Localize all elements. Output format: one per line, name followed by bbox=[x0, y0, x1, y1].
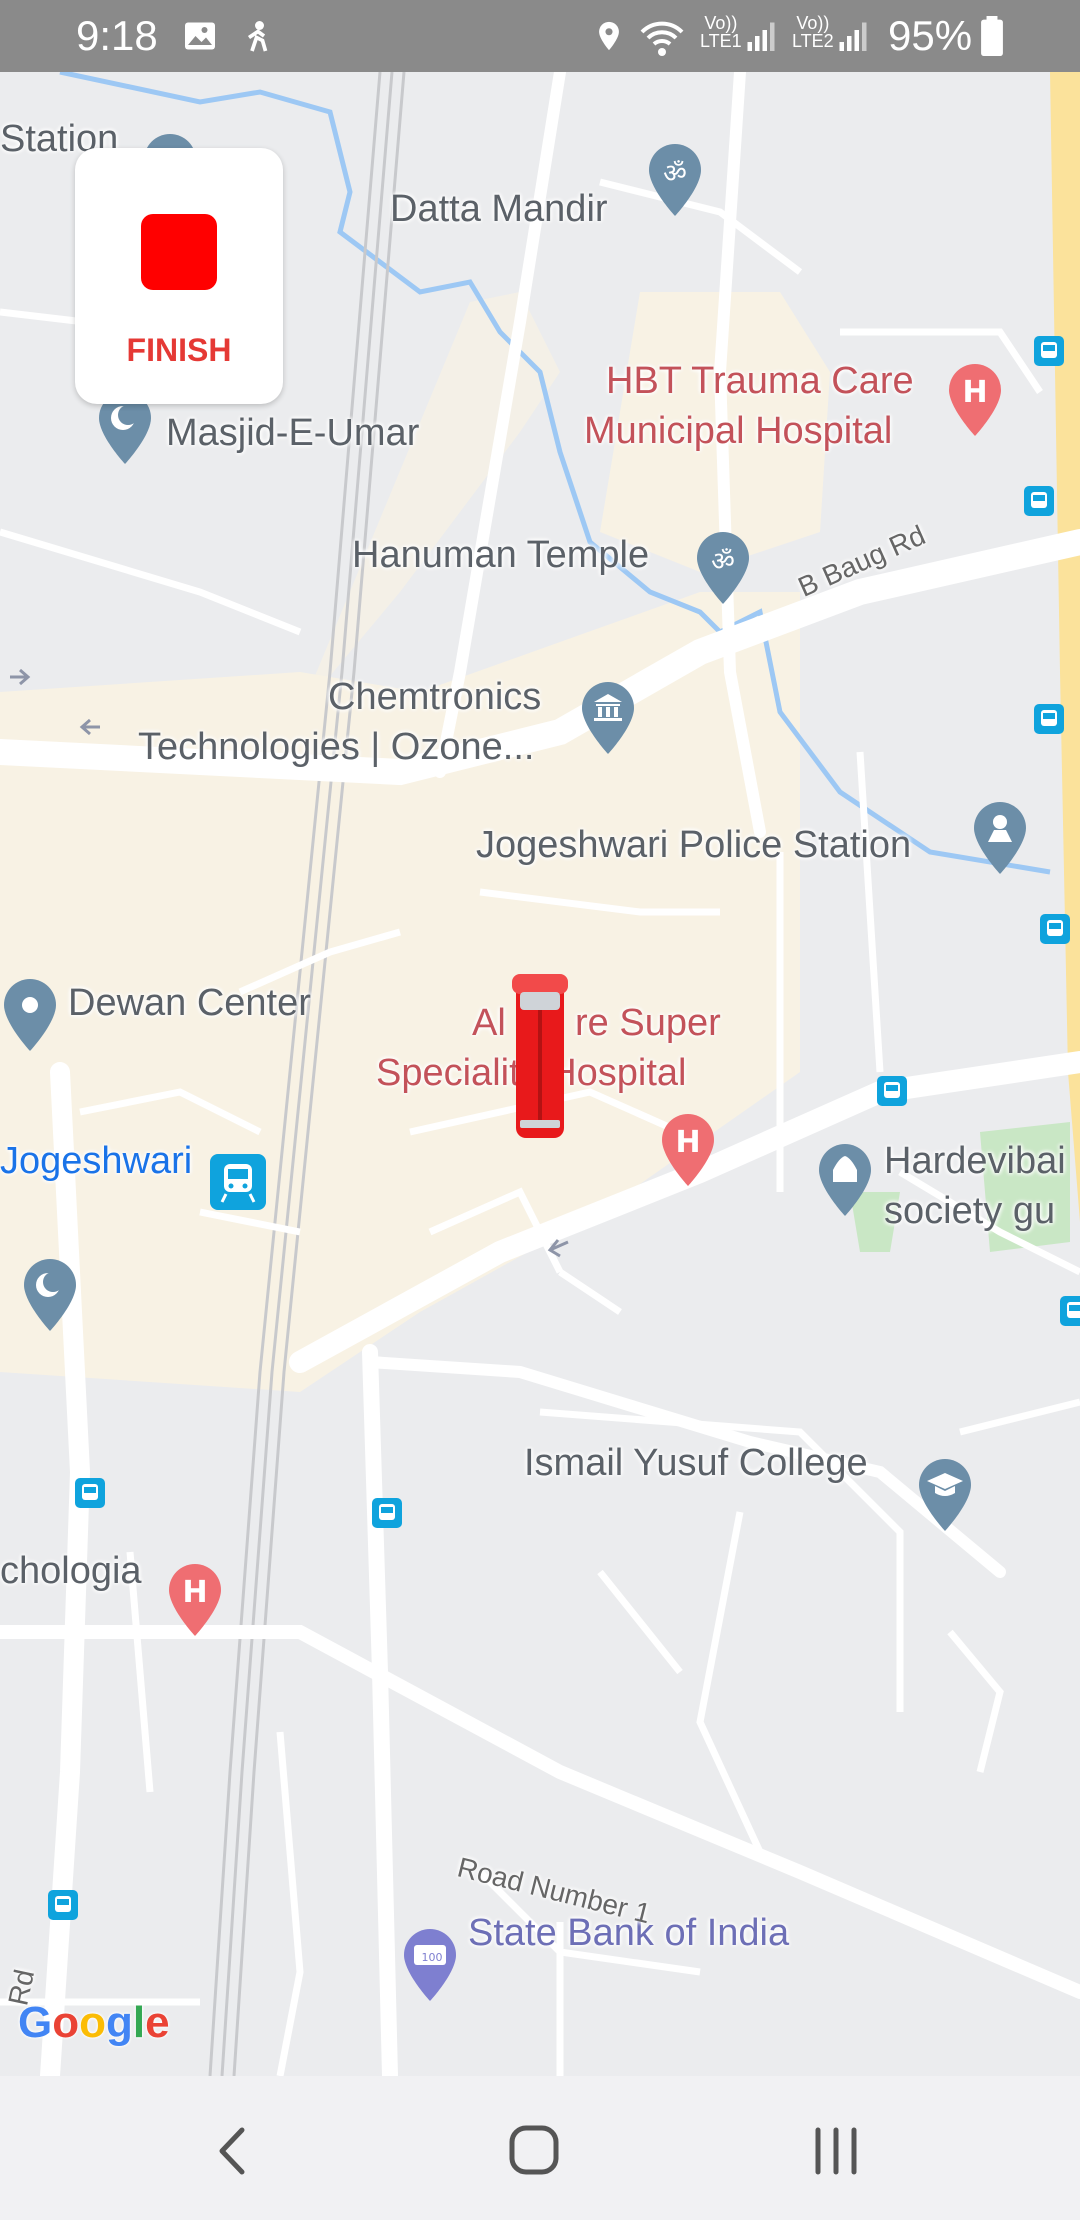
status-bar: 9:18 Vo)) LTE1 Vo)) LTE2 95% bbox=[0, 0, 1080, 72]
place-label-chemtronics-line1[interactable]: Chemtronics bbox=[328, 672, 541, 722]
bus-stop-icon[interactable] bbox=[1060, 1296, 1080, 1326]
religious-pin-icon[interactable] bbox=[815, 1142, 875, 1220]
place-label-hbt-hospital-line1[interactable]: HBT Trauma Care bbox=[606, 356, 914, 406]
police-pin-icon[interactable] bbox=[970, 800, 1030, 878]
finish-label: FINISH bbox=[126, 332, 232, 368]
finish-button[interactable]: FINISH bbox=[75, 148, 283, 404]
place-label-hospital-line1a[interactable]: Al bbox=[472, 998, 506, 1048]
bus-stop-icon[interactable] bbox=[1034, 336, 1064, 366]
svg-text:H: H bbox=[675, 1125, 700, 1160]
place-label-police-station[interactable]: Jogeshwari Police Station bbox=[476, 820, 911, 870]
home-icon[interactable] bbox=[494, 2116, 574, 2186]
mosque-pin-icon[interactable] bbox=[20, 1257, 80, 1335]
bus-stop-icon[interactable] bbox=[372, 1498, 402, 1528]
place-label-chologia[interactable]: chologia bbox=[0, 1546, 142, 1596]
place-label-hardevibai-line2[interactable]: society gu bbox=[884, 1186, 1055, 1236]
google-logo: Google bbox=[18, 1998, 170, 2047]
signal-icon bbox=[747, 22, 775, 51]
bus-stop-icon[interactable] bbox=[75, 1478, 105, 1508]
bus-stop-icon[interactable] bbox=[1040, 914, 1070, 944]
stop-icon bbox=[141, 214, 217, 290]
bus-stop-icon[interactable] bbox=[1034, 704, 1064, 734]
place-label-chemtronics-line2[interactable]: Technologies | Ozone... bbox=[138, 722, 534, 772]
lte1-text: LTE1 bbox=[700, 31, 742, 51]
battery-percent: 95% bbox=[888, 12, 973, 59]
location-icon bbox=[599, 21, 619, 51]
bus-stop-icon[interactable] bbox=[48, 1890, 78, 1920]
battery-icon bbox=[981, 16, 1003, 56]
place-label-masjid-e-umar[interactable]: Masjid-E-Umar bbox=[166, 408, 419, 458]
gallery-icon bbox=[185, 22, 215, 50]
place-label-hbt-hospital-line2[interactable]: Municipal Hospital bbox=[584, 406, 892, 456]
svg-text:ॐ: ॐ bbox=[663, 159, 687, 189]
recents-icon[interactable] bbox=[796, 2116, 876, 2186]
train-station-icon[interactable] bbox=[210, 1154, 266, 1210]
back-icon[interactable] bbox=[194, 2116, 274, 2186]
place-label-hospital-line1b[interactable]: re Super bbox=[575, 998, 721, 1048]
status-time: 9:18 bbox=[76, 12, 158, 59]
place-pin-icon[interactable] bbox=[0, 977, 60, 1055]
place-label-ismail-yusuf-college[interactable]: Ismail Yusuf College bbox=[524, 1438, 868, 1488]
college-pin-icon[interactable] bbox=[915, 1457, 975, 1535]
place-label-hardevibai-line1[interactable]: Hardevibai bbox=[884, 1136, 1066, 1186]
lte2-label: Vo)) LTE2 bbox=[792, 13, 834, 51]
svg-text:100: 100 bbox=[422, 1951, 443, 1964]
bus-stop-icon[interactable] bbox=[1024, 486, 1054, 516]
svg-text:ॐ: ॐ bbox=[711, 547, 735, 577]
ambulance-vehicle-icon bbox=[512, 974, 568, 1138]
svg-text:H: H bbox=[962, 375, 987, 410]
place-label-hanuman-temple[interactable]: Hanuman Temple bbox=[352, 530, 649, 580]
navigation-bar bbox=[0, 2076, 1080, 2220]
hospital-pin-icon[interactable]: H bbox=[945, 362, 1005, 440]
place-label-datta-mandir[interactable]: Datta Mandir bbox=[390, 184, 608, 234]
institution-pin-icon[interactable] bbox=[578, 680, 638, 758]
figure-icon bbox=[247, 21, 268, 52]
svg-text:H: H bbox=[182, 1575, 207, 1610]
signal-icon bbox=[839, 22, 867, 51]
temple-pin-icon[interactable]: ॐ bbox=[693, 530, 753, 608]
place-label-dewan-center[interactable]: Dewan Center bbox=[68, 978, 311, 1028]
bank-pin-icon[interactable]: 100 bbox=[400, 1927, 460, 2005]
lte1-label: Vo)) LTE1 bbox=[700, 13, 742, 51]
bus-stop-icon[interactable] bbox=[877, 1076, 907, 1106]
hospital-pin-icon[interactable]: H bbox=[165, 1562, 225, 1640]
temple-pin-icon[interactable]: ॐ bbox=[645, 142, 705, 220]
hospital-pin-icon[interactable]: H bbox=[658, 1112, 718, 1190]
lte2-text: LTE2 bbox=[792, 31, 834, 51]
wifi-icon bbox=[640, 21, 684, 56]
place-label-jogeshwari[interactable]: Jogeshwari bbox=[0, 1136, 192, 1186]
